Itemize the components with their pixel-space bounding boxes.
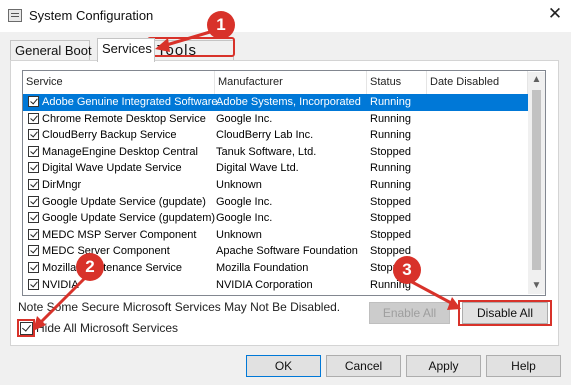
arrow-3-shaft [410,280,455,306]
arrow-2-shaft [36,276,87,327]
tab-services[interactable]: Services [97,38,155,62]
step-badge-3: 3 [393,256,421,284]
arrow-1-head [155,38,170,52]
annotation-arrows [33,30,461,331]
arrow-1-shaft [161,30,212,48]
step-badge-1: 1 [207,11,235,39]
step-badge-2: 2 [76,253,104,281]
